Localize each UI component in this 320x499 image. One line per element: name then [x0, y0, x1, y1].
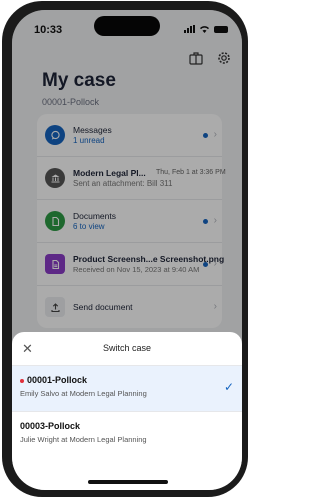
case-option-selected[interactable]: 00001-Pollock Emily Salvo at Modern Lega… — [12, 366, 242, 412]
case-id: 00001-Pollock — [27, 375, 88, 385]
case-detail: Emily Salvo at Modern Legal Planning — [20, 389, 147, 398]
device-screenshot: 10:33 My case 00001-Pollock Messages 1 u… — [0, 0, 252, 499]
case-name: 00001-Pollock — [20, 375, 87, 385]
sheet-title: Switch case — [102, 343, 152, 353]
phone-frame: 10:33 My case 00001-Pollock Messages 1 u… — [2, 1, 248, 497]
sheet-header: ✕ Switch case — [12, 332, 242, 366]
home-indicator[interactable] — [88, 480, 168, 484]
case-id: 00003-Pollock — [20, 421, 81, 431]
switch-case-sheet: ✕ Switch case 00001-Pollock Emily Salvo … — [12, 332, 242, 490]
case-option[interactable]: 00003-Pollock Julie Wright at Modern Leg… — [12, 412, 242, 457]
checkmark-icon: ✓ — [223, 380, 234, 394]
phone-screen: 10:33 My case 00001-Pollock Messages 1 u… — [12, 10, 242, 490]
unread-dot — [20, 378, 24, 383]
case-detail: Julie Wright at Modern Legal Planning — [20, 435, 147, 444]
dynamic-island — [94, 16, 160, 36]
